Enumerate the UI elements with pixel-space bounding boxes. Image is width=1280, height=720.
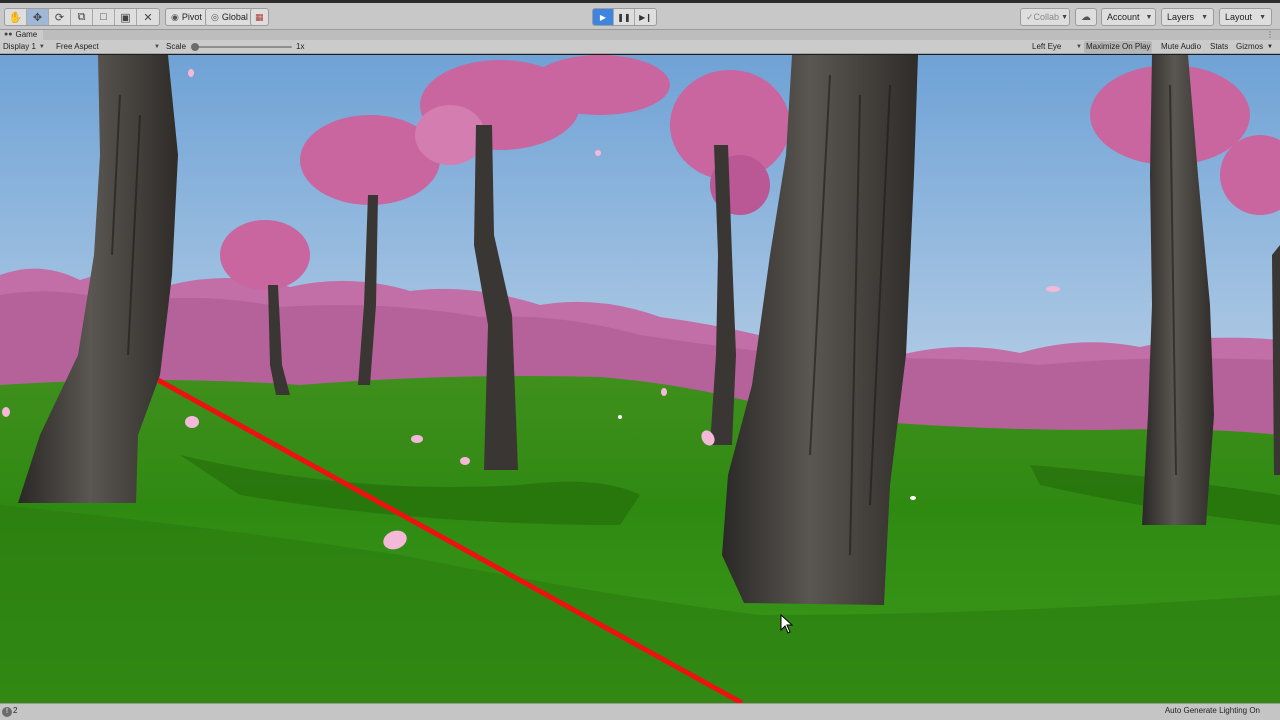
gizmos-toggle[interactable]: Gizmos [1234,41,1265,53]
status-bar: ! 2 Auto Generate Lighting On [0,703,1280,720]
collab-label: Collab [1033,12,1060,22]
chevron-down-icon: ▼ [1076,44,1082,50]
step-icon[interactable]: ▶❙ [635,9,656,25]
display-dropdown[interactable]: Display 1 ▼ [3,40,45,54]
chevron-down-icon: ▼ [1145,13,1153,21]
chevron-down-icon: ▼ [1259,13,1266,21]
pause-icon[interactable]: ❚❚ [614,9,635,25]
game-viewport[interactable] [0,55,1280,703]
pivot-icon: ◉ [171,11,179,22]
aspect-dropdown[interactable]: Free Aspect ▼ [56,40,160,54]
gizmos-chevron-down-icon[interactable]: ▼ [1267,40,1273,54]
console-count: 2 [13,706,18,715]
play-icon[interactable]: ▶ [593,9,614,25]
collab-check-icon: ✓ [1026,11,1034,22]
global-label: Global [221,12,248,22]
mute-audio-toggle[interactable]: Mute Audio [1159,41,1203,53]
rect-tool-icon[interactable]: □ [93,9,115,25]
collab-dropdown[interactable]: ✓ Collab ▼ [1020,8,1070,26]
custom-tool-icon[interactable]: ✕ [137,9,159,25]
grid-snap-button[interactable]: ▦ [250,8,269,26]
game-tab-label: Game [15,30,38,39]
lighting-status[interactable]: Auto Generate Lighting On [1165,706,1260,715]
scale-slider-thumb[interactable] [191,43,199,51]
aspect-label: Free Aspect [56,42,99,51]
display-label: Display 1 [3,42,36,51]
layout-dropdown[interactable]: Layout ▼ [1219,8,1272,26]
eye-dropdown[interactable]: Left Eye ▼ [1032,40,1082,54]
playmode-controls: ▶ ❚❚ ▶❙ [592,8,657,26]
chevron-down-icon: ▼ [1061,13,1068,21]
scale-tool-icon[interactable]: ⧉ [71,9,93,25]
layout-label: Layout [1225,12,1253,22]
cloud-icon: ☁ [1081,11,1091,23]
eye-label: Left Eye [1032,42,1062,51]
layers-label: Layers [1167,12,1195,22]
chevron-down-icon: ▼ [38,44,45,50]
pivot-label: Pivot [181,12,202,22]
chevron-down-icon: ▼ [154,44,160,50]
stats-toggle[interactable]: Stats [1208,41,1230,53]
move-tool-icon[interactable]: ✥ [27,9,49,25]
grid-snap-icon: ▦ [255,11,264,22]
console-info-icon[interactable]: ! [2,707,12,717]
transform-tools: ✋ ✥ ⟳ ⧉ □ ▣ ✕ [4,8,160,26]
scale-label: Scale [166,42,187,51]
pivot-toggle[interactable]: ◉ Pivot [165,8,208,26]
hand-tool-icon[interactable]: ✋ [5,9,27,25]
tab-game[interactable]: ●● Game [0,30,44,40]
maximize-on-play-toggle[interactable]: Maximize On Play [1084,41,1153,53]
layers-dropdown[interactable]: Layers ▼ [1161,8,1214,26]
scale-slider-track[interactable] [194,46,292,48]
global-icon: ◎ [211,11,219,22]
account-label: Account [1107,12,1140,22]
global-toggle[interactable]: ◎ Global [205,8,254,26]
rotate-tool-icon[interactable]: ⟳ [49,9,71,25]
game-tab-icon: ●● [4,31,13,38]
tab-bar: ●● Game ⋮ [0,30,1280,40]
tab-menu-icon[interactable]: ⋮ [1266,30,1274,40]
game-control-bar: Display 1 ▼ Free Aspect ▼ Scale 1x Left … [0,40,1280,54]
game-scene [0,55,1280,703]
account-dropdown[interactable]: Account ▼ [1101,8,1156,26]
transform-tool-icon[interactable]: ▣ [115,9,137,25]
cloud-button[interactable]: ☁ [1075,8,1097,26]
scale-value: 1x [296,42,305,51]
chevron-down-icon: ▼ [1201,13,1208,21]
main-toolbar: ✋ ✥ ⟳ ⧉ □ ▣ ✕ ◉ Pivot ◎ Global ▦ ▶ ❚❚ ▶❙… [0,0,1280,30]
